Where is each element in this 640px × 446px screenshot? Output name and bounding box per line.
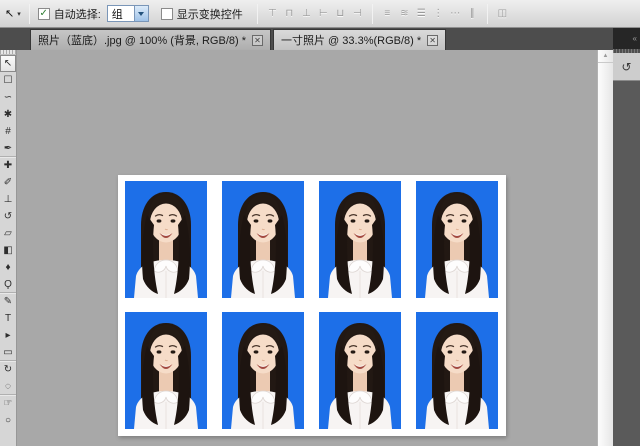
auto-select-checkbox[interactable]: ✓	[38, 8, 50, 20]
eyedropper-tool[interactable]: ✒	[0, 140, 16, 157]
id-photo	[222, 181, 304, 298]
eraser-tool[interactable]: ▱	[0, 225, 16, 242]
3d-orbit-tool[interactable]: ◌	[0, 378, 16, 395]
gradient-tool[interactable]: ◧	[0, 242, 16, 259]
tab-label: 照片（蓝底）.jpg @ 100% (背景, RGB/8) *	[38, 32, 246, 48]
separator	[257, 4, 258, 24]
align-vertical-centers-icon[interactable]: ⊓	[283, 6, 296, 21]
distribute-vertical-centers-icon[interactable]: ≋	[398, 6, 411, 21]
show-transform-controls-checkbox[interactable]	[161, 8, 173, 20]
distribute-icon-group: ≡ ≋ ☰ ⋮ ⋯ ∥	[381, 6, 479, 21]
id-photo	[319, 181, 401, 298]
collapse-dock-icon: «	[633, 34, 637, 43]
panel-dock-icon-box[interactable]: ↺	[613, 53, 640, 81]
spot-healing-brush-tool[interactable]: ✚	[0, 157, 16, 174]
id-photo-image	[319, 312, 401, 429]
id-photo-image	[416, 181, 498, 298]
history-brush-tool[interactable]: ↺	[0, 208, 16, 225]
document-tab-bar: 照片（蓝底）.jpg @ 100% (背景, RGB/8) * ✕ 一寸照片 @…	[0, 28, 613, 50]
id-photo-image	[319, 181, 401, 298]
auto-select-label: 自动选择:	[54, 6, 101, 22]
panel-dock-header[interactable]: «	[613, 28, 640, 49]
id-photo	[416, 181, 498, 298]
id-photo	[222, 312, 304, 429]
id-photo	[125, 312, 207, 429]
lasso-tool[interactable]: ∽	[0, 89, 16, 106]
id-photo	[416, 312, 498, 429]
clone-stamp-tool[interactable]: ⊥	[0, 191, 16, 208]
show-transform-controls-label: 显示变换控件	[177, 6, 243, 22]
dropdown-arrow-button[interactable]	[134, 6, 148, 21]
chevron-down-icon	[138, 12, 144, 16]
tab-photo-blue-background[interactable]: 照片（蓝底）.jpg @ 100% (背景, RGB/8) * ✕	[30, 29, 271, 50]
close-icon[interactable]: ✕	[427, 35, 438, 46]
align-horizontal-centers-icon[interactable]: ⊔	[334, 6, 347, 21]
id-photo-image	[222, 312, 304, 429]
rectangular-marquee-tool[interactable]: ☐	[0, 72, 16, 89]
align-icon-group: ⊤ ⊓ ⊥ ⊢ ⊔ ⊣	[266, 6, 364, 21]
move-tool[interactable]: ↖	[0, 55, 16, 72]
panel-dock: « ↺	[613, 28, 640, 446]
options-bar: ↖ ▾ ✓ 自动选择: 组 显示变换控件 ⊤ ⊓ ⊥ ⊢ ⊔ ⊣ ≡ ≋ ☰ ⋮ ⋯ ∥ ◫	[0, 0, 640, 28]
chevron-down-icon: ▾	[17, 10, 21, 18]
id-photo-image	[416, 312, 498, 429]
path-selection-tool[interactable]: ▸	[0, 327, 16, 344]
rectangle-tool[interactable]: ▭	[0, 344, 16, 361]
id-photo	[319, 312, 401, 429]
move-tool-indicator[interactable]: ↖ ▾	[5, 7, 21, 20]
move-cursor-icon: ↖	[5, 7, 14, 20]
document-canvas[interactable]	[17, 50, 597, 446]
separator	[372, 4, 373, 24]
tools-panel: ↖☐∽✱#✒✚✐⊥↺▱◧♦Ϙ✎T▸▭↻◌☞○	[0, 50, 17, 446]
distribute-top-edges-icon[interactable]: ≡	[381, 6, 394, 21]
blur-tool[interactable]: ♦	[0, 259, 16, 276]
separator	[487, 4, 488, 24]
photoshop-window: ↖ ▾ ✓ 自动选择: 组 显示变换控件 ⊤ ⊓ ⊥ ⊢ ⊔ ⊣ ≡ ≋ ☰ ⋮ ⋯ ∥ ◫ 照片（…	[0, 0, 640, 446]
3d-rotate-tool[interactable]: ↻	[0, 361, 16, 378]
type-tool[interactable]: T	[0, 310, 16, 327]
auto-select-dropdown[interactable]: 组	[107, 5, 149, 22]
vertical-scrollbar[interactable]: ▲	[597, 50, 613, 446]
quick-selection-tool[interactable]: ✱	[0, 106, 16, 123]
distribute-right-edges-icon[interactable]: ∥	[466, 6, 479, 21]
id-photo-image	[125, 181, 207, 298]
id-photo	[125, 181, 207, 298]
auto-select-dropdown-value: 组	[108, 6, 134, 22]
pen-tool[interactable]: ✎	[0, 293, 16, 310]
distribute-horizontal-centers-icon[interactable]: ⋯	[449, 6, 462, 21]
hand-tool[interactable]: ☞	[0, 395, 16, 412]
distribute-left-edges-icon[interactable]: ⋮	[432, 6, 445, 21]
align-bottom-edges-icon[interactable]: ⊥	[300, 6, 313, 21]
id-photo-image	[222, 181, 304, 298]
crop-tool[interactable]: #	[0, 123, 16, 140]
align-top-edges-icon[interactable]: ⊤	[266, 6, 279, 21]
tab-one-inch-photo[interactable]: 一寸照片 @ 33.3%(RGB/8) * ✕	[273, 29, 446, 50]
photo-sheet	[118, 175, 506, 436]
zoom-tool[interactable]: ○	[0, 412, 16, 429]
distribute-bottom-edges-icon[interactable]: ☰	[415, 6, 428, 21]
scroll-up-arrow-icon[interactable]: ▲	[598, 50, 613, 63]
separator	[29, 4, 30, 24]
dodge-tool[interactable]: Ϙ	[0, 276, 16, 293]
id-photo-image	[125, 312, 207, 429]
history-panel-icon: ↺	[621, 60, 631, 74]
align-left-edges-icon[interactable]: ⊢	[317, 6, 330, 21]
close-icon[interactable]: ✕	[252, 35, 263, 46]
align-right-edges-icon[interactable]: ⊣	[351, 6, 364, 21]
auto-align-layers-icon[interactable]: ◫	[496, 6, 509, 21]
brush-tool[interactable]: ✐	[0, 174, 16, 191]
tab-label: 一寸照片 @ 33.3%(RGB/8) *	[281, 32, 421, 48]
